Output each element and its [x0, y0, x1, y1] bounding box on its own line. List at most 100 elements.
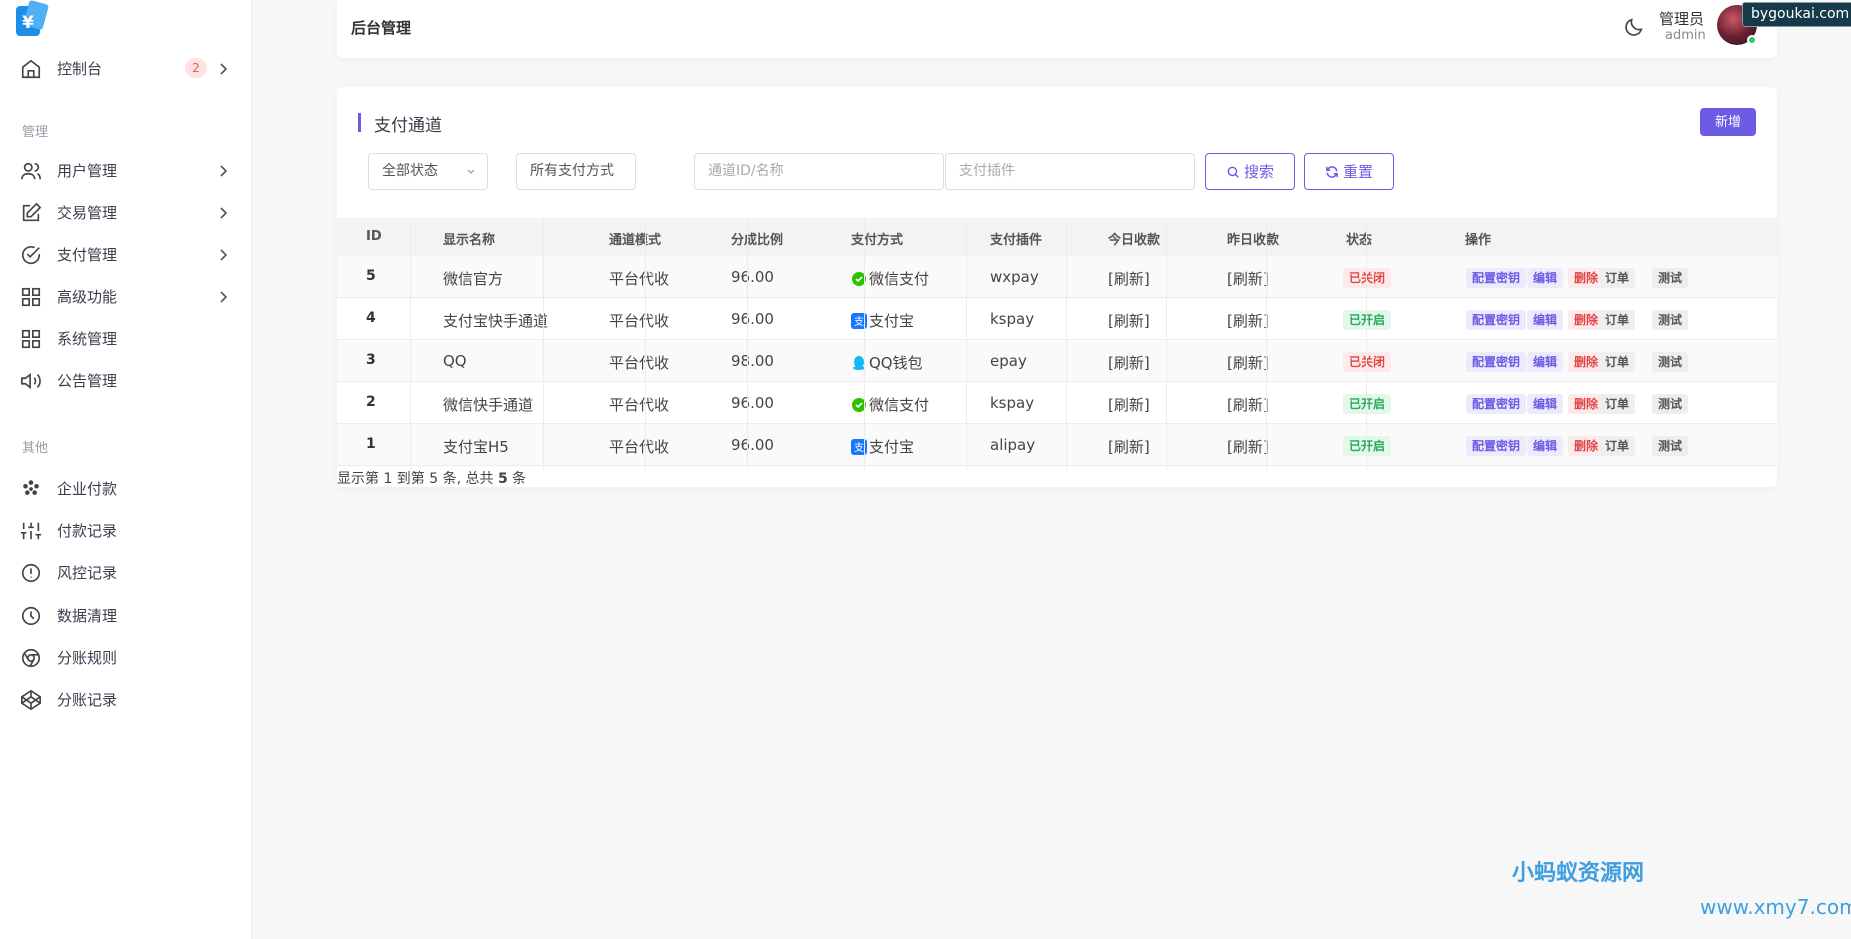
- cell-name: QQ: [443, 352, 467, 370]
- edit-button[interactable]: 编辑: [1527, 352, 1564, 372]
- config-key-button[interactable]: 配置密钥: [1466, 436, 1527, 456]
- cell-pay: 支支付宝: [851, 310, 914, 331]
- sidebar-item-data-cleanup[interactable]: 数据清理: [0, 597, 252, 633]
- cell-today[interactable]: [刷新]: [1108, 352, 1150, 373]
- chrome-icon: [21, 648, 41, 668]
- sidebar-item-advanced[interactable]: 高级功能: [0, 278, 252, 314]
- top-header: 后台管理 管理员 admin: [337, 0, 1777, 58]
- sidebar-item-split-records[interactable]: 分账记录: [0, 681, 252, 717]
- sidebar-item-announcements[interactable]: 公告管理: [0, 362, 252, 398]
- add-button[interactable]: 新增: [1700, 108, 1756, 136]
- cell-yesterday[interactable]: [刷新]: [1227, 352, 1269, 373]
- grid-icon: [21, 329, 41, 349]
- cell-today[interactable]: [刷新]: [1108, 268, 1150, 289]
- cell-id: 1: [366, 436, 376, 452]
- card-title: 支付通道: [358, 111, 442, 136]
- column-divider: [747, 218, 748, 470]
- column-header: 通道模式: [609, 233, 662, 248]
- sidebar-item-payments[interactable]: 支付管理: [0, 236, 252, 272]
- chevron-right-icon: [220, 165, 228, 177]
- edit-button[interactable]: 编辑: [1527, 394, 1564, 414]
- orders-button[interactable]: 订单: [1599, 436, 1636, 456]
- config-key-button[interactable]: 配置密钥: [1466, 310, 1527, 330]
- status-badge: 已关闭: [1343, 268, 1392, 288]
- cell-pay: 支支付宝: [851, 436, 914, 457]
- config-key-button[interactable]: 配置密钥: [1466, 352, 1527, 372]
- sidebar: ¥ 控制台 2 管理 用户管理 交易管理 支付管理 高级功能 系统管理 公告管理…: [0, 0, 252, 939]
- config-key-button[interactable]: 配置密钥: [1466, 394, 1527, 414]
- status-select-value: 全部状态: [382, 163, 438, 179]
- sidebar-item-system[interactable]: 系统管理: [0, 320, 252, 356]
- cell-pay: 微信支付: [851, 394, 929, 415]
- sidebar-item-payment-records[interactable]: 付款记录: [0, 512, 252, 548]
- sidebar-item-dashboard[interactable]: 控制台: [0, 50, 252, 86]
- sidebar-item-label: 风控记录: [57, 563, 118, 582]
- test-button[interactable]: 测试: [1652, 310, 1689, 330]
- channel-card: 支付通道 新增 全部状态 所有支付方式 通道ID/名称 支付插件 搜索 重置 I…: [337, 87, 1777, 487]
- cell-pay: 微信支付: [851, 268, 929, 289]
- column-header: 支付方式: [851, 233, 904, 248]
- orders-button[interactable]: 订单: [1599, 352, 1636, 372]
- cell-ratio: 96.00: [731, 310, 774, 328]
- search-button[interactable]: 搜索: [1205, 153, 1295, 190]
- pay-method-select[interactable]: 所有支付方式: [516, 153, 636, 190]
- pagination-info: 显示第 1 到第 5 条, 总共 5 条: [337, 468, 526, 488]
- edit-button[interactable]: 编辑: [1527, 436, 1564, 456]
- orders-button[interactable]: 订单: [1599, 310, 1636, 330]
- chevron-right-icon: [220, 291, 228, 303]
- cell-name: 支付宝H5: [443, 438, 509, 456]
- config-key-button[interactable]: 配置密钥: [1466, 268, 1527, 288]
- column-divider: [410, 218, 411, 470]
- sidebar-item-label: 分账规则: [57, 648, 118, 667]
- user-role: admin: [1665, 28, 1706, 43]
- sidebar-item-enterprise-pay[interactable]: 企业付款: [0, 470, 252, 506]
- moon-icon[interactable]: [1623, 16, 1645, 38]
- test-button[interactable]: 测试: [1652, 352, 1689, 372]
- status-select[interactable]: 全部状态: [368, 153, 488, 190]
- reset-button[interactable]: 重置: [1304, 153, 1394, 190]
- column-header: 支付插件: [990, 233, 1043, 248]
- svg-text:支: 支: [854, 442, 864, 454]
- cell-yesterday[interactable]: [刷新]: [1227, 268, 1269, 289]
- pagination-prefix: 显示第 1 到第 5 条, 总共: [337, 471, 498, 487]
- reset-button-label: 重置: [1342, 164, 1373, 181]
- sidebar-item-transactions[interactable]: 交易管理: [0, 194, 252, 230]
- orders-button[interactable]: 订单: [1599, 394, 1636, 414]
- sidebar-item-split-rules[interactable]: 分账规则: [0, 639, 252, 675]
- sidebar-item-risk-records[interactable]: 风控记录: [0, 554, 252, 590]
- cell-today[interactable]: [刷新]: [1108, 394, 1150, 415]
- column-header: 昨日收款: [1227, 233, 1280, 248]
- yen-wallet-icon[interactable]: ¥: [14, 0, 50, 38]
- column-header: 分成比例: [731, 233, 784, 248]
- cell-ratio: 96.00: [731, 436, 774, 454]
- sidebar-item-label: 公告管理: [57, 371, 118, 390]
- search-button-label: 搜索: [1243, 164, 1274, 181]
- cell-yesterday[interactable]: [刷新]: [1227, 436, 1269, 457]
- refresh-icon: [1326, 165, 1338, 178]
- chevron-right-icon: [220, 207, 228, 219]
- orders-button[interactable]: 订单: [1599, 268, 1636, 288]
- edit-button[interactable]: 编辑: [1527, 310, 1564, 330]
- table-row: 4 支付宝快手通道 平台代收 96.00 支支付宝 kspay [刷新] [刷新] 已开启 配置密…: [337, 298, 1777, 340]
- channel-search-input[interactable]: 通道ID/名称: [694, 153, 944, 190]
- edit-button[interactable]: 编辑: [1527, 268, 1564, 288]
- cell-today[interactable]: [刷新]: [1108, 310, 1150, 331]
- test-button[interactable]: 测试: [1652, 436, 1689, 456]
- cell-ratio: 96.00: [731, 394, 774, 412]
- sidebar-item-label: 支付管理: [57, 245, 118, 264]
- section-heading-other: 其他: [22, 441, 49, 456]
- test-button[interactable]: 测试: [1652, 394, 1689, 414]
- plugin-search-input[interactable]: 支付插件: [945, 153, 1195, 190]
- user-name[interactable]: 管理员: [1659, 8, 1704, 29]
- cell-id: 3: [366, 352, 376, 368]
- cell-today[interactable]: [刷新]: [1108, 436, 1150, 457]
- column-header: 操作: [1465, 233, 1492, 248]
- cell-mode: 平台代收: [609, 396, 670, 414]
- cell-plugin: kspay: [990, 310, 1035, 328]
- pay-method-label: QQ钱包: [869, 354, 923, 372]
- cell-name: 微信快手通道: [443, 396, 534, 414]
- sidebar-item-users[interactable]: 用户管理: [0, 152, 252, 188]
- cell-yesterday[interactable]: [刷新]: [1227, 310, 1269, 331]
- cell-yesterday[interactable]: [刷新]: [1227, 394, 1269, 415]
- test-button[interactable]: 测试: [1652, 268, 1689, 288]
